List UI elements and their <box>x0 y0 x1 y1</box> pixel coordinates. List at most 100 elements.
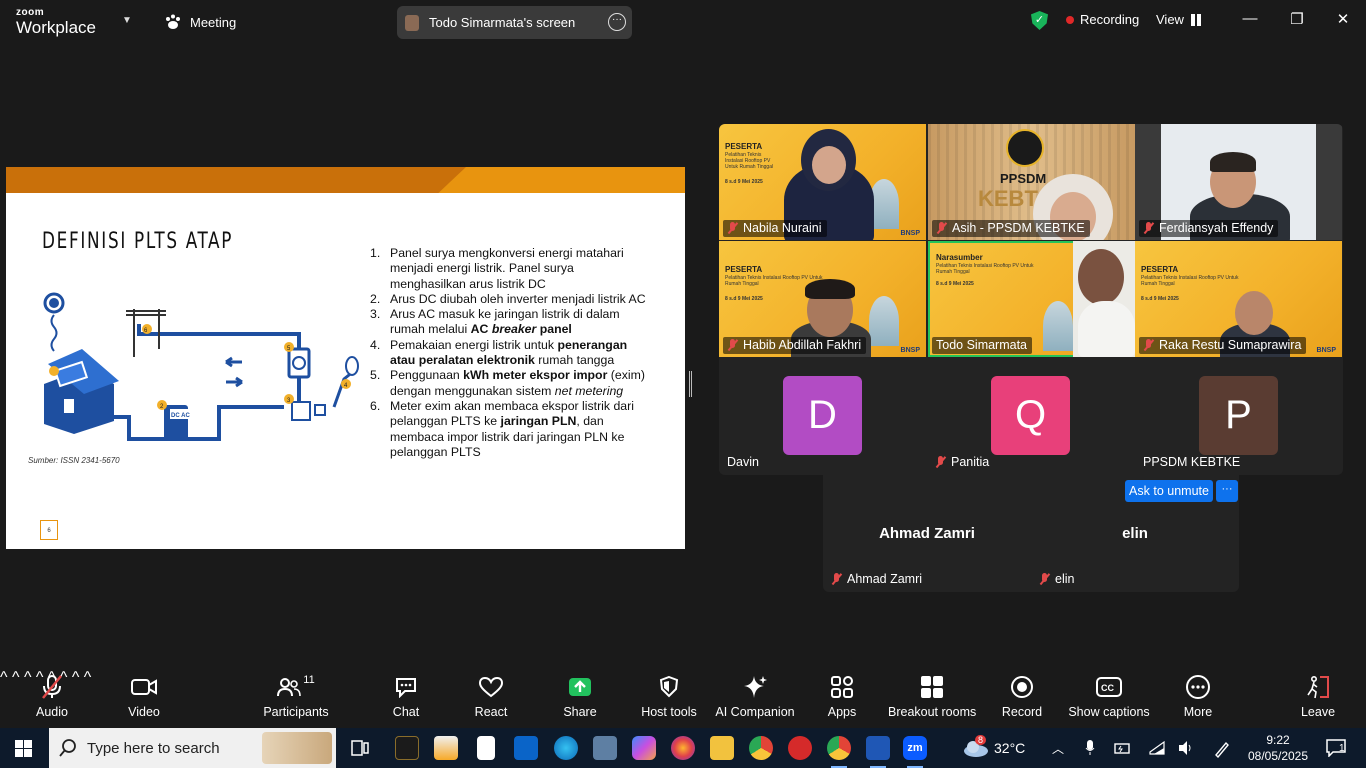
participant-name-tag: Panitia <box>931 454 994 471</box>
participant-name: Ahmad Zamri <box>847 572 923 586</box>
close-window-button[interactable]: ✕ <box>1333 10 1353 28</box>
title-bar: zoom Workplace ▼ Meeting Todo Simarmata'… <box>0 0 1366 44</box>
ai-companion-button[interactable]: AI Companion <box>714 669 796 728</box>
slide-point-number: 6. <box>370 398 381 413</box>
meeting-label: Meeting <box>190 14 237 30</box>
show-captions-button[interactable]: CC Show captions <box>1068 669 1150 728</box>
view-button[interactable]: View <box>1156 12 1201 27</box>
taskbar-search-box[interactable]: Type here to search <box>49 728 336 768</box>
taskbar-app-photo-icon[interactable] <box>395 736 419 760</box>
more-label: More <box>1183 705 1213 719</box>
participant-tile[interactable]: P PPSDM KEBTKE <box>1135 358 1342 474</box>
screen-share-indicator[interactable]: Todo Simarmata's screen ··· <box>397 6 632 39</box>
edge-browser-icon[interactable] <box>554 736 578 760</box>
split-view-resize-handle[interactable] <box>689 371 692 397</box>
file-icon[interactable] <box>477 736 495 760</box>
host-tools-button[interactable]: Host tools <box>638 669 700 728</box>
leave-meeting-button[interactable]: Leave <box>1296 669 1340 728</box>
recording-indicator[interactable]: Recording <box>1066 12 1139 27</box>
ai-companion-label: AI Companion <box>715 705 795 719</box>
participant-name: Todo Simarmata <box>936 338 1028 352</box>
clock[interactable]: 9:22 08/05/2025 <box>1248 728 1308 768</box>
participants-button[interactable]: 11 Participants <box>262 669 330 728</box>
video-button[interactable]: Video <box>122 669 166 728</box>
captions-options-chevron-icon[interactable]: ^ <box>84 669 92 686</box>
outlook-icon[interactable] <box>514 736 538 760</box>
clock-date: 08/05/2025 <box>1247 749 1309 763</box>
microphone-icon[interactable] <box>1085 740 1095 756</box>
banner-narasumber-label: Narasumber <box>936 253 983 262</box>
participant-video-face <box>1078 249 1124 305</box>
participant-more-button[interactable]: ··· <box>1216 480 1238 502</box>
backdrop-org-text: PPSDM <box>1000 171 1047 186</box>
weather-widget[interactable]: 8 32°C <box>962 728 1025 768</box>
chevron-down-icon[interactable]: ▼ <box>122 15 132 26</box>
breakout-rooms-icon <box>921 676 943 698</box>
chat-bubble-icon <box>396 678 416 698</box>
audio-button[interactable]: Audio <box>30 669 74 728</box>
show-hidden-icons-chevron-icon[interactable]: ︿ <box>1052 728 1064 768</box>
more-button[interactable]: More <box>1176 669 1220 728</box>
participant-tile[interactable]: Q Panitia <box>927 358 1134 474</box>
slide-point-text: Meter exim akan membaca ekspor listrik d… <box>390 398 634 459</box>
react-button[interactable]: React <box>469 669 513 728</box>
wps-office-icon[interactable] <box>788 736 812 760</box>
apps-button[interactable]: Apps <box>820 669 864 728</box>
control-panel-icon[interactable] <box>593 736 617 760</box>
restore-button[interactable]: ❐ <box>1287 10 1307 28</box>
participant-tile[interactable]: PESERTA Pelatihan Teknis Instalasi Rooft… <box>1135 241 1342 357</box>
chat-button[interactable]: Chat <box>384 669 428 728</box>
participant-tile[interactable]: PESERTA Pelatihan Teknis Instalasi Rooft… <box>719 241 926 357</box>
file-explorer-icon[interactable] <box>710 736 734 760</box>
wifi-icon[interactable] <box>1148 740 1166 756</box>
participant-tile[interactable]: Ferdiansyah Effendy <box>1135 124 1342 240</box>
slide-point-text: Arus AC masuk ke jaringan listrik di dal… <box>390 307 620 337</box>
more-options-icon[interactable]: ··· <box>608 13 626 31</box>
participant-name-tag: Raka Restu Sumaprawira <box>1139 337 1307 354</box>
meeting-controls-toolbar: Audio ^ Video ^ 11 Participants ^ Chat ^… <box>0 669 1366 728</box>
share-screen-button[interactable]: Share <box>558 669 602 728</box>
windows-start-icon[interactable] <box>15 740 32 757</box>
participants-icon <box>277 678 302 697</box>
security-shield-icon[interactable]: ✓ <box>1031 11 1048 30</box>
slide-point-number: 3. <box>370 307 381 322</box>
participant-tile[interactable]: Ahmad Zamri Ahmad Zamri <box>823 475 1031 592</box>
plts-diagram: 6 5 3 4 DC AC 2 <box>43 292 359 441</box>
task-view-icon[interactable] <box>351 740 369 756</box>
minimize-button[interactable]: — <box>1240 10 1260 27</box>
ask-to-unmute-button[interactable]: Ask to unmute <box>1125 480 1213 502</box>
copilot-icon[interactable] <box>632 736 656 760</box>
participant-tile[interactable]: PPSDM KEBT Asih - PPSDM KEBTKE <box>928 124 1135 240</box>
meeting-menu[interactable]: Meeting <box>164 14 236 30</box>
battery-icon[interactable] <box>1114 741 1132 755</box>
word-icon[interactable] <box>866 736 890 760</box>
chrome-icon[interactable] <box>749 736 773 760</box>
microsoft-store-icon[interactable] <box>434 736 458 760</box>
mic-muted-icon <box>42 675 62 699</box>
participant-tile-active-speaker[interactable]: Narasumber Pelatihan Teknis Instalasi Ro… <box>928 241 1135 357</box>
firefox-icon[interactable] <box>671 736 695 760</box>
participant-tile[interactable]: D Davin <box>719 358 926 474</box>
breakout-rooms-label: Breakout rooms <box>888 705 977 719</box>
banner-title: Pelatihan Teknis Instalasi Rooftop PV Un… <box>1141 275 1239 287</box>
participant-display-name: elin <box>1122 525 1148 542</box>
participant-name: Asih - PPSDM KEBTKE <box>952 221 1085 235</box>
mic-muted-icon <box>831 573 842 585</box>
participant-tile[interactable]: PESERTA Pelatihan Teknis Instalasi Rooft… <box>719 124 926 240</box>
participant-name-tag: Ferdiansyah Effendy <box>1139 220 1279 237</box>
volume-icon[interactable] <box>1177 740 1195 756</box>
search-placeholder: Type here to search <box>87 739 220 757</box>
mic-muted-icon <box>1143 222 1154 234</box>
closed-captions-icon: CC <box>1096 677 1122 697</box>
slide-point: 4. Pemakaian energi listrik untuk peneran… <box>370 338 650 369</box>
pen-workspace-icon[interactable] <box>1213 740 1231 758</box>
zoom-workplace-logo: zoom Workplace <box>16 8 96 37</box>
video-options-chevron-icon[interactable]: ^ <box>12 669 20 686</box>
share-label: Share <box>563 705 597 719</box>
audio-options-chevron-icon[interactable]: ^ <box>0 669 8 686</box>
zoom-app-icon[interactable]: zm <box>903 736 927 760</box>
record-button[interactable]: Record <box>1000 669 1044 728</box>
breakout-rooms-button[interactable]: Breakout rooms <box>888 669 976 728</box>
show-captions-label: Show captions <box>1068 705 1150 719</box>
chrome-profile-icon[interactable] <box>827 736 851 760</box>
